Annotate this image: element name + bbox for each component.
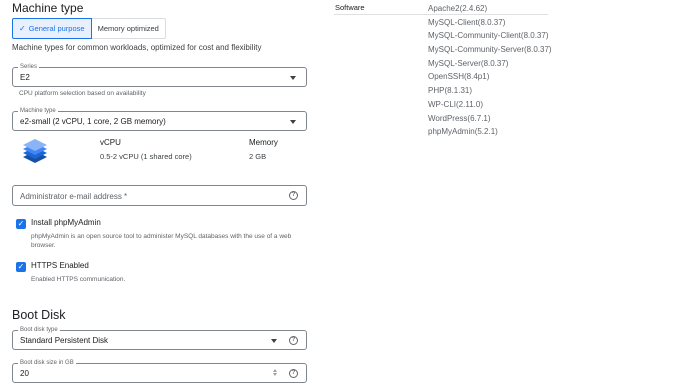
admin-email-field[interactable]: Administrator e-mail address * ? — [12, 185, 307, 206]
tab-general-purpose-label: General purpose — [28, 24, 85, 33]
vcpu-header: vCPU — [100, 138, 121, 147]
software-item: WP-CLI(2.11.0) — [428, 99, 483, 109]
software-list: Apache2(2.4.62) MySQL-Client(8.0.37) MyS… — [428, 2, 552, 139]
install-phpmyadmin-checkbox[interactable]: ✓ — [16, 219, 26, 229]
purpose-tabs: ✓ General purpose Memory optimized — [12, 18, 166, 39]
boot-disk-type-select[interactable]: Boot disk type Standard Persistent Disk … — [12, 327, 307, 350]
boot-disk-size-field[interactable]: Boot disk size in GB 20 ? — [12, 360, 307, 383]
series-value: E2 — [20, 73, 30, 82]
software-label: Software — [335, 3, 365, 12]
install-phpmyadmin-hint: phpMyAdmin is an open source tool to adm… — [31, 233, 292, 249]
chevron-down-icon — [271, 339, 277, 343]
software-item: PHP(8.1.31) — [428, 86, 473, 96]
boot-disk-size-value: 20 — [20, 369, 29, 378]
quantity-stepper[interactable] — [273, 369, 278, 376]
software-item: phpMyAdmin(5.2.1) — [428, 127, 498, 137]
layers-stack-icon — [23, 139, 47, 163]
machine-type-label: Machine type — [18, 108, 58, 115]
boot-disk-type-value: Standard Persistent Disk — [20, 336, 109, 345]
software-item: WordPress(6.7.1) — [428, 113, 491, 123]
https-enabled-checkbox[interactable]: ✓ — [16, 262, 26, 272]
vcpu-value: 0.5-2 vCPU (1 shared core) — [100, 152, 192, 161]
software-item: MySQL-Community-Client(8.0.37) — [428, 31, 549, 41]
boot-disk-title: Boot Disk — [12, 308, 66, 322]
series-hint: CPU platform selection based on availabi… — [19, 90, 146, 97]
https-enabled-label: HTTPS Enabled — [31, 261, 89, 270]
machine-type-title: Machine type — [12, 1, 84, 15]
tab-memory-optimized-label: Memory optimized — [97, 24, 159, 33]
check-icon: ✓ — [19, 24, 26, 33]
boot-disk-type-label: Boot disk type — [18, 327, 60, 334]
software-item: OpenSSH(8.4p1) — [428, 72, 490, 82]
software-item: MySQL-Community-Server(8.0.37) — [428, 45, 552, 55]
boot-disk-size-label: Boot disk size in GB — [18, 360, 76, 367]
chevron-down-icon — [290, 76, 296, 80]
https-enabled-hint: Enabled HTTPS communication. — [31, 276, 126, 283]
memory-value: 2 GB — [249, 152, 267, 161]
series-select[interactable]: Series E2 — [12, 64, 307, 87]
machine-type-description: Machine types for common workloads, opti… — [12, 43, 262, 52]
tab-memory-optimized[interactable]: Memory optimized — [91, 18, 166, 39]
install-phpmyadmin-label: Install phpMyAdmin — [31, 218, 101, 227]
admin-email-placeholder: Administrator e-mail address * — [20, 192, 128, 201]
help-icon[interactable]: ? — [289, 191, 298, 200]
software-item: MySQL-Server(8.0.37) — [428, 58, 509, 68]
software-item: MySQL-Client(8.0.37) — [428, 17, 506, 27]
stepper-down-icon[interactable] — [273, 373, 277, 376]
stepper-up-icon[interactable] — [273, 369, 277, 372]
machine-type-select[interactable]: Machine type e2-small (2 vCPU, 1 core, 2… — [12, 108, 307, 131]
help-icon[interactable]: ? — [289, 369, 298, 378]
memory-header: Memory — [249, 138, 278, 147]
tab-general-purpose[interactable]: ✓ General purpose — [12, 18, 92, 39]
machine-type-value: e2-small (2 vCPU, 1 core, 2 GB memory) — [20, 117, 166, 126]
software-item: Apache2(2.4.62) — [428, 4, 488, 13]
help-icon[interactable]: ? — [289, 336, 298, 345]
series-label: Series — [18, 64, 40, 71]
chevron-down-icon — [290, 120, 296, 124]
